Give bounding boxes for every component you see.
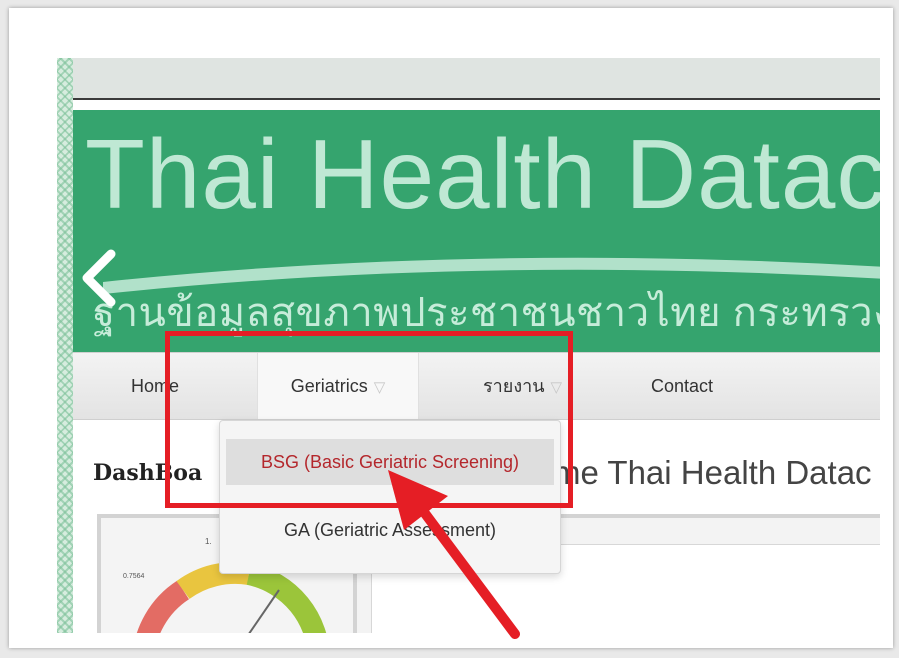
nav-reports-label: รายงาน <box>483 376 545 396</box>
screenshot-frame: Thai Health Datace ฐานข้อมูลสุขภาพประชาช… <box>9 8 893 648</box>
top-bar <box>73 58 880 100</box>
menu-item-ga[interactable]: GA (Geriatric Assessment) <box>226 507 554 553</box>
nav-geriatrics[interactable]: Geriatrics ▽ <box>257 353 419 419</box>
nav-contact[interactable]: Contact <box>651 353 713 419</box>
banner-subtitle: ฐานข้อมูลสุขภาพประชาชนชาวไทย กระทรวง <box>93 291 880 335</box>
dashboard-title: DashBoa <box>93 460 203 486</box>
chevron-left-icon <box>82 249 116 307</box>
geriatrics-dropdown-menu: BSG (Basic Geriatric Screening) GA (Geri… <box>219 420 561 574</box>
nav-home-label: Home <box>131 376 180 396</box>
background-pattern <box>57 58 73 633</box>
browser-viewport: Thai Health Datace ฐานข้อมูลสุขภาพประชาช… <box>57 58 880 633</box>
nav-home[interactable]: Home <box>131 353 179 419</box>
menu-item-bsg[interactable]: BSG (Basic Geriatric Screening) <box>226 439 554 485</box>
nav-reports[interactable]: รายงาน ▽ <box>483 353 562 419</box>
main-navbar: Home Geriatrics ▽ รายงาน ▽ Contact <box>73 352 880 420</box>
carousel-prev-button[interactable] <box>77 248 121 308</box>
caret-down-icon: ▽ <box>550 379 563 396</box>
gauge-top-label: 1. <box>205 537 212 546</box>
welcome-heading: me Thai Health Datac <box>553 454 872 491</box>
nav-contact-label: Contact <box>651 376 714 396</box>
gauge-left-label: 0.7564 <box>123 573 145 580</box>
site-banner: Thai Health Datace ฐานข้อมูลสุขภาพประชาช… <box>73 110 880 352</box>
banner-title: Thai Health Datace <box>85 119 880 229</box>
caret-down-icon: ▽ <box>373 379 386 396</box>
nav-geriatrics-label: Geriatrics <box>290 376 368 396</box>
